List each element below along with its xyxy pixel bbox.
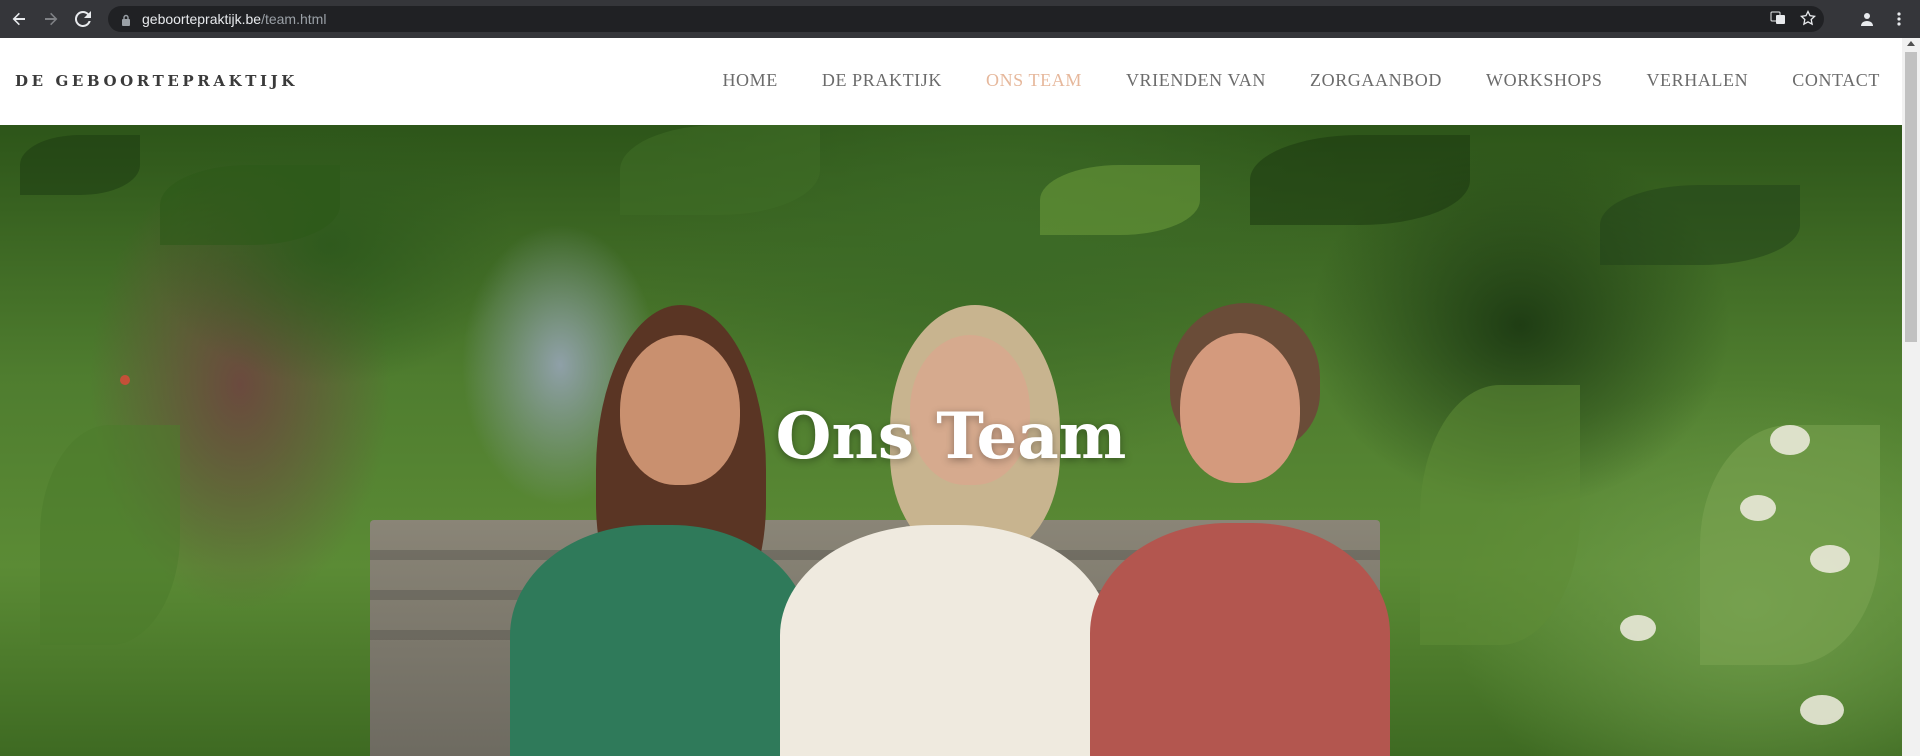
reload-icon[interactable] [70,6,96,32]
nav-zorgaanbod[interactable]: ZORGAANBOD [1310,70,1442,91]
main-nav: HOME DE PRAKTIJK ONS TEAM VRIENDEN VAN Z… [678,70,1880,91]
nav-ons-team[interactable]: ONS TEAM [986,70,1082,91]
lock-icon [120,13,132,26]
site-header: DE GEBOORTEPRAKTIJK HOME DE PRAKTIJK ONS… [0,38,1902,125]
hero-title: Ons Team [775,399,1127,474]
nav-workshops[interactable]: WORKSHOPS [1486,70,1602,91]
nav-vrienden-van[interactable]: VRIENDEN VAN [1126,70,1266,91]
nav-de-praktijk[interactable]: DE PRAKTIJK [822,70,942,91]
url-domain: geboortepraktijk.be [142,11,262,27]
profile-icon[interactable] [1854,6,1880,32]
hero-banner: Ons Team [0,125,1902,756]
site-logo[interactable]: DE GEBOORTEPRAKTIJK [15,72,298,90]
back-icon[interactable] [6,6,32,32]
kebab-menu-icon[interactable] [1886,6,1912,32]
nav-verhalen[interactable]: VERHALEN [1646,70,1748,91]
scroll-up-icon[interactable] [1907,41,1915,46]
address-bar[interactable]: geboortepraktijk.be/team.html [108,6,1824,32]
forward-icon[interactable] [38,6,64,32]
url-path: /team.html [261,11,327,27]
translate-icon[interactable] [1770,10,1786,29]
page-scrollbar[interactable] [1902,38,1920,756]
nav-home[interactable]: HOME [722,70,777,91]
star-icon[interactable] [1799,9,1817,29]
nav-contact[interactable]: CONTACT [1792,70,1880,91]
scrollbar-thumb[interactable] [1905,52,1917,342]
browser-toolbar: geboortepraktijk.be/team.html [0,0,1920,38]
